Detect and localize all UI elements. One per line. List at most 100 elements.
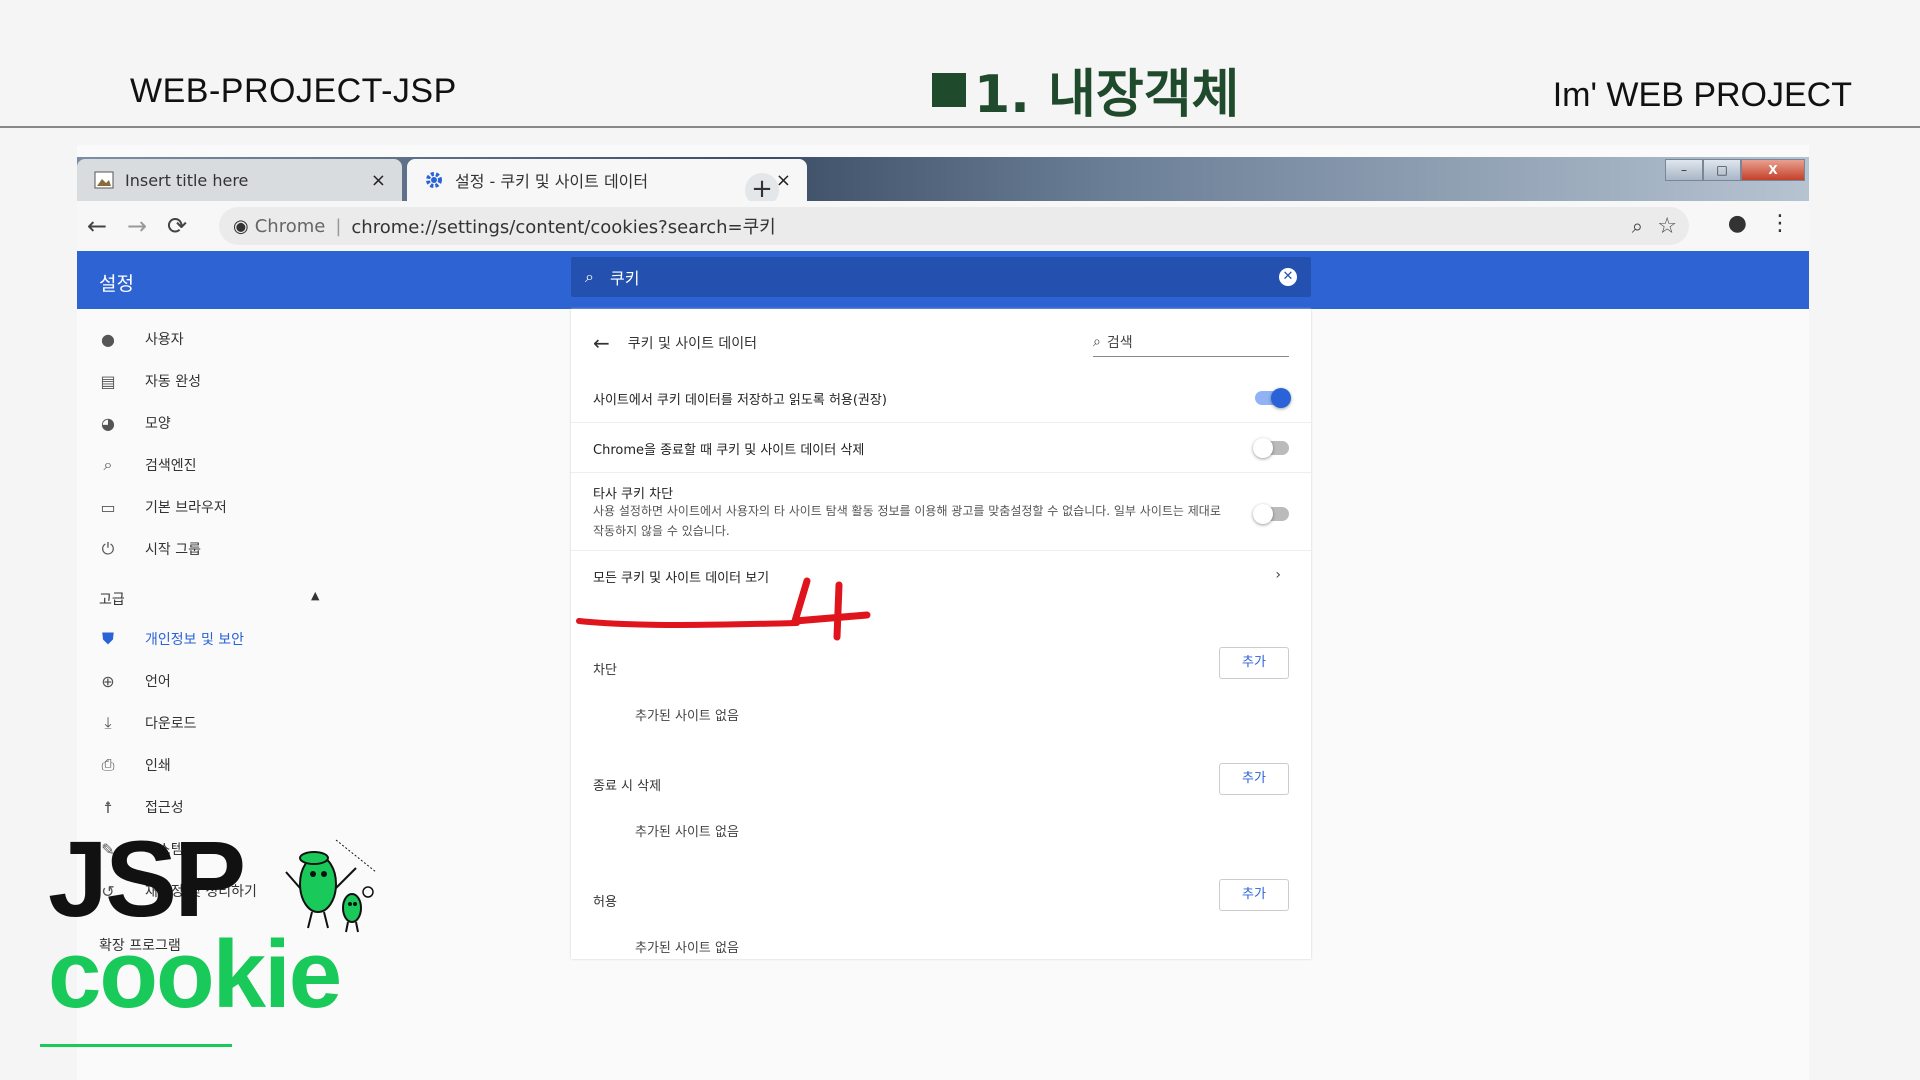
advanced-label: 고급	[99, 592, 125, 608]
sidebar-item-label: 개인정보 및 보안	[145, 632, 245, 648]
add-clear-on-exit-button[interactable]: 추가	[1219, 763, 1289, 795]
sidebar-item-search-engine[interactable]: ⌕ 검색엔진	[97, 455, 197, 475]
sidebar-item-label: 언어	[145, 674, 171, 690]
search-icon: ⌕	[585, 267, 594, 286]
omnibox-separator: |	[335, 215, 342, 237]
clear-search-icon[interactable]: ✕	[1279, 268, 1297, 286]
sidebar-item-label: 인쇄	[145, 758, 171, 774]
allow-cookies-toggle[interactable]	[1255, 388, 1291, 408]
printer-icon: ⎙	[101, 755, 115, 774]
profile-avatar-icon[interactable]: ●	[1728, 211, 1747, 236]
accessibility-icon: ☨	[103, 797, 113, 817]
browser-icon: ▭	[100, 497, 116, 517]
slide-right-label: Im' WEB PROJECT	[1552, 76, 1852, 114]
download-icon: ⤓	[104, 713, 112, 732]
search-icon: ⌕	[103, 455, 113, 474]
title-square-icon	[932, 72, 966, 107]
sidebar-item-label: 시작 그룹	[145, 542, 201, 558]
settings-search-query: 쿠키	[609, 269, 640, 288]
section-empty-text: 추가된 사이트 없음	[635, 825, 739, 840]
chrome-icon: ◉	[233, 215, 249, 237]
window-controls: – □ X	[1665, 159, 1805, 181]
row-label: 타사 쿠키 차단	[593, 487, 674, 502]
tab-insert-title[interactable]: Insert title here ×	[77, 159, 402, 201]
page-search-input[interactable]: ⌕ 검색	[1093, 327, 1289, 357]
row-description: 사용 설정하면 사이트에서 사용자의 타 사이트 탐색 활동 정보를 이용해 광…	[593, 504, 1221, 538]
sidebar-item-label: 사용자	[145, 332, 184, 348]
page-header: ← 쿠키 및 사이트 데이터	[593, 331, 757, 355]
row-label: 사이트에서 쿠키 데이터를 저장하고 읽도록 허용(권장)	[593, 393, 887, 408]
sidebar-item-autofill[interactable]: ▤ 자동 완성	[97, 371, 201, 391]
settings-search-box[interactable]: ⌕ 쿠키 ✕	[571, 257, 1311, 297]
sidebar-item-privacy[interactable]: ⛊ 개인정보 및 보안	[97, 629, 244, 649]
search-icon: ⌕	[1093, 333, 1101, 350]
row-block-third-party[interactable]: 타사 쿠키 차단 사용 설정하면 사이트에서 사용자의 타 사이트 탐색 활동 …	[571, 473, 1311, 551]
gear-icon	[423, 170, 445, 190]
sidebar-item-label: 검색엔진	[145, 458, 197, 474]
row-see-all-cookies[interactable]: 모든 쿠키 및 사이트 데이터 보기 ›	[571, 551, 1311, 603]
sidebar-item-accessibility[interactable]: ☨ 접근성	[97, 797, 184, 817]
sidebar-item-label: 다운로드	[145, 716, 197, 732]
clear-on-exit-toggle[interactable]	[1253, 438, 1289, 458]
block-third-party-toggle[interactable]	[1253, 504, 1289, 524]
tab-label: Insert title here	[125, 170, 249, 190]
minimize-button[interactable]: –	[1665, 159, 1703, 181]
sidebar-advanced-toggle[interactable]: 고급 ▲	[99, 589, 319, 609]
sidebar-item-label: 자동 완성	[145, 374, 201, 390]
back-arrow-icon[interactable]: ←	[77, 212, 117, 240]
settings-title: 설정	[99, 273, 134, 295]
clipboard-icon: ▤	[100, 371, 116, 391]
section-allow-label: 허용	[593, 895, 617, 910]
tab-close-icon[interactable]: ×	[371, 170, 386, 191]
menu-kebab-icon[interactable]: ⋮	[1769, 211, 1791, 236]
sidebar-item-label: 기본 브라우저	[145, 500, 227, 516]
section-block-label: 차단	[593, 663, 617, 678]
sidebar-item-startup[interactable]: ⏻ 시작 그룹	[97, 539, 201, 559]
reload-icon[interactable]: ⟳	[157, 212, 197, 240]
page-title: 쿠키 및 사이트 데이터	[627, 336, 758, 352]
forward-arrow-icon[interactable]: →	[117, 212, 157, 240]
add-allow-button[interactable]: 추가	[1219, 879, 1289, 911]
cookie-underline	[40, 1044, 232, 1047]
row-allow-cookies[interactable]: 사이트에서 쿠키 데이터를 저장하고 읽도록 허용(권장)	[571, 371, 1311, 423]
slide-left-label: WEB-PROJECT-JSP	[130, 72, 457, 110]
toolbar-right: ● ⋮	[1728, 211, 1791, 236]
section-empty-text: 추가된 사이트 없음	[635, 941, 739, 956]
add-block-button[interactable]: 추가	[1219, 647, 1289, 679]
sidebar-item-label: 모양	[145, 416, 171, 432]
chevron-right-icon: ›	[1275, 567, 1281, 583]
section-clear-on-exit-label: 종료 시 삭제	[593, 779, 662, 794]
settings-content: ← 쿠키 및 사이트 데이터 ⌕ 검색 사이트에서 쿠키 데이터를 저장하고 읽…	[571, 309, 1311, 959]
globe-icon: ⊕	[101, 671, 115, 691]
sidebar-item-appearance[interactable]: ◕ 모양	[97, 413, 171, 433]
url-text: chrome://settings/content/cookies?search…	[351, 217, 776, 238]
bookmark-star-icon[interactable]: ☆	[1657, 214, 1677, 239]
sidebar-item-label: 접근성	[145, 800, 184, 816]
sidebar-item-print[interactable]: ⎙ 인쇄	[97, 755, 171, 775]
sidebar-item-downloads[interactable]: ⤓ 다운로드	[97, 713, 197, 733]
sidebar-item-default-browser[interactable]: ▭ 기본 브라우저	[97, 497, 227, 517]
shield-icon: ⛊	[101, 629, 114, 648]
maximize-button[interactable]: □	[1703, 159, 1741, 181]
sidebar-item-user[interactable]: ● 사용자	[97, 329, 184, 349]
tab-strip: Insert title here × 설정 - 쿠키 및 사이트 데이터 × …	[77, 157, 1809, 207]
sidebar-item-language[interactable]: ⊕ 언어	[97, 671, 171, 691]
mascot-illustration	[285, 839, 377, 933]
page-search-placeholder: 검색	[1106, 334, 1133, 351]
settings-header: 설정 ⌕ 쿠키 ✕	[77, 251, 1809, 309]
row-label: Chrome을 종료할 때 쿠키 및 사이트 데이터 삭제	[593, 443, 865, 458]
header-divider	[0, 126, 1920, 128]
row-label: 모든 쿠키 및 사이트 데이터 보기	[593, 571, 770, 586]
slide-title-text: 1. 내장객체	[974, 65, 1240, 125]
image-icon	[93, 170, 115, 190]
palette-icon: ◕	[101, 413, 115, 433]
zoom-icon[interactable]: ⌕	[1632, 214, 1643, 238]
row-clear-on-exit[interactable]: Chrome을 종료할 때 쿠키 및 사이트 데이터 삭제	[571, 423, 1311, 473]
window-close-button[interactable]: X	[1741, 159, 1805, 181]
tab-label: 설정 - 쿠키 및 사이트 데이터	[455, 172, 649, 191]
slide-title: 1. 내장객체	[932, 52, 1239, 127]
back-arrow-icon[interactable]: ←	[593, 331, 610, 355]
address-bar[interactable]: ◉ Chrome | chrome://settings/content/coo…	[219, 207, 1689, 245]
site-label: Chrome	[254, 215, 326, 237]
browser-toolbar: ← → ⟳ ◉ Chrome | chrome://settings/conte…	[77, 201, 1809, 251]
